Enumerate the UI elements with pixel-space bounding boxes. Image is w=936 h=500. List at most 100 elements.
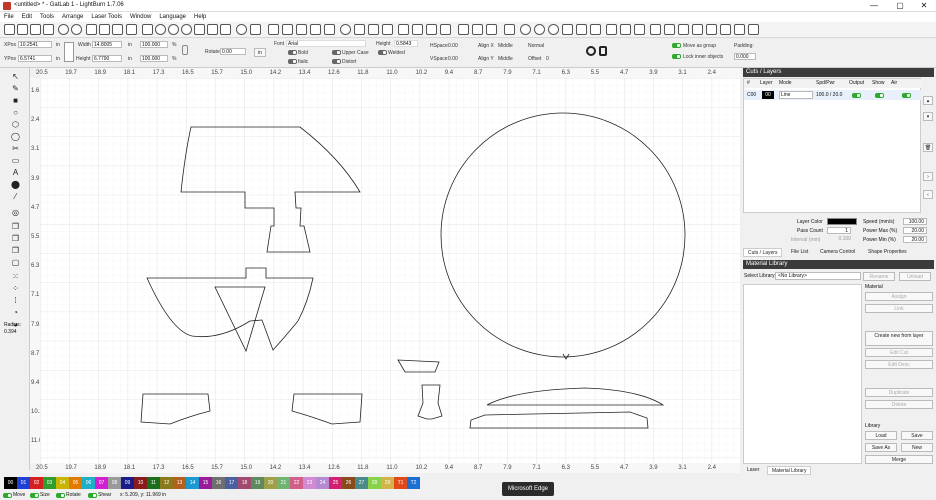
export-icon[interactable] (71, 24, 82, 35)
edit-nodes-icon[interactable]: ✎ (11, 84, 20, 93)
circular-array-tool-icon[interactable]: ⁘ (11, 284, 20, 293)
adjust-icon[interactable] (734, 24, 745, 35)
palette-swatch[interactable]: 07 (95, 477, 108, 489)
units-toggle-button[interactable]: in (254, 48, 266, 57)
close-button[interactable]: ✕ (912, 0, 936, 12)
font-height-input[interactable]: 0.5843 (394, 40, 418, 47)
grid-array-icon[interactable] (576, 24, 587, 35)
offset-tool-icon[interactable]: ◎ (11, 208, 20, 217)
copy-icon[interactable] (99, 24, 110, 35)
bold-toggle[interactable] (288, 50, 297, 55)
circle-target-icon[interactable] (534, 24, 545, 35)
scissors-tool-icon[interactable]: ✂ (11, 144, 20, 153)
assign-button[interactable]: Assign (865, 292, 933, 301)
menu-language[interactable]: Language (155, 12, 190, 22)
design-canvas[interactable] (40, 78, 740, 463)
polygon-tool-icon[interactable]: ⬡ (11, 120, 20, 129)
rotate-icon[interactable] (340, 24, 351, 35)
move-icon[interactable] (142, 24, 153, 35)
new-file-icon[interactable] (4, 24, 15, 35)
move-toggle[interactable] (3, 493, 12, 498)
group-icon[interactable] (368, 24, 379, 35)
size-toggle[interactable] (30, 493, 39, 498)
scale-w-input[interactable]: 100.000 (140, 41, 168, 48)
tab-cuts-layers[interactable]: Cuts / Layers (743, 248, 783, 257)
menu-file[interactable]: File (0, 12, 18, 22)
scale-h-input[interactable]: 100.000 (140, 55, 168, 62)
align-right-icon[interactable] (296, 24, 307, 35)
anchor-grid-icon[interactable] (64, 42, 74, 62)
paste-icon[interactable] (112, 24, 123, 35)
group-settings-icon[interactable] (586, 46, 596, 56)
lock-ratio-icon[interactable] (182, 45, 188, 55)
zoom-page-icon[interactable] (194, 24, 205, 35)
power-min-input[interactable]: 20.00 (903, 236, 927, 243)
target-icon[interactable] (520, 24, 531, 35)
palette-swatch[interactable]: T1 (394, 477, 407, 489)
save-as-icon[interactable] (43, 24, 54, 35)
palette-swatch[interactable]: 24 (316, 477, 329, 489)
rotate-toggle[interactable] (56, 493, 65, 498)
palette-swatch[interactable]: 27 (355, 477, 368, 489)
palette-swatch[interactable]: 14 (186, 477, 199, 489)
measure-tool-icon[interactable]: ⁄ (11, 192, 20, 201)
monitor-icon[interactable] (220, 24, 231, 35)
palette-swatch[interactable]: 15 (199, 477, 212, 489)
tab-camera-control[interactable]: Camera Control (816, 248, 859, 257)
copy-tool-icon[interactable]: ❐ (11, 222, 20, 231)
ungroup-icon[interactable] (382, 24, 393, 35)
align-bottom-icon[interactable] (472, 24, 483, 35)
padding-input[interactable]: 0.000 (734, 53, 756, 60)
shear-toggle[interactable] (88, 493, 97, 498)
align-middle-icon[interactable] (486, 24, 497, 35)
pass-count-input[interactable]: 1 (827, 227, 851, 234)
save-as-button[interactable]: Save As (865, 443, 897, 452)
distribute-h-icon[interactable] (606, 24, 617, 35)
menu-arrange[interactable]: Arrange (58, 12, 87, 22)
grid-array-tool-icon[interactable]: ⁙ (11, 272, 20, 281)
settings-icon[interactable] (236, 24, 247, 35)
layer-color-swatch[interactable] (827, 218, 857, 225)
material-list[interactable] (743, 284, 862, 464)
trace-icon[interactable] (720, 24, 731, 35)
air-toggle[interactable] (902, 93, 911, 98)
palette-swatch[interactable]: 08 (108, 477, 121, 489)
import-icon[interactable] (58, 24, 69, 35)
italic-toggle[interactable] (288, 59, 297, 64)
layer-prev-icon[interactable]: ‹ (923, 190, 933, 199)
palette-swatch[interactable]: T2 (407, 477, 420, 489)
layer-delete-icon[interactable]: 🗑 (923, 143, 933, 152)
undo-icon[interactable] (126, 24, 137, 35)
align-x-value[interactable]: Middle (498, 43, 513, 49)
distribute-icon[interactable] (354, 24, 365, 35)
save-file-icon[interactable] (30, 24, 41, 35)
palette-swatch[interactable]: 04 (56, 477, 69, 489)
radius-value[interactable]: 0.394 (4, 329, 17, 335)
circle-tool-icon[interactable]: ◯ (11, 132, 20, 141)
text-path-icon[interactable] (650, 24, 661, 35)
boolean-subtract-icon[interactable] (426, 24, 437, 35)
palette-swatch[interactable]: 18 (238, 477, 251, 489)
rename-button[interactable]: Rename (863, 272, 895, 281)
flip-h-icon[interactable] (310, 24, 321, 35)
height-input[interactable]: 6.7790 (92, 55, 122, 62)
offset-value[interactable]: 0 (546, 56, 549, 62)
move-as-group-toggle[interactable] (672, 43, 681, 48)
offset-icon[interactable] (706, 24, 717, 35)
duplicate-tool-icon[interactable]: ❐ (11, 246, 20, 255)
lock-inner-objects-toggle[interactable] (672, 54, 681, 59)
boolean-intersect-icon[interactable] (440, 24, 451, 35)
palette-swatch[interactable]: 23 (303, 477, 316, 489)
vspace-value[interactable]: 0.00 (448, 56, 458, 62)
palette-swatch[interactable]: 26 (342, 477, 355, 489)
merge-button[interactable]: Merge (865, 455, 933, 464)
show-toggle[interactable] (875, 93, 884, 98)
hspace-value[interactable]: 0.00 (448, 43, 458, 49)
palette-swatch[interactable]: 21 (277, 477, 290, 489)
snap-icon[interactable] (590, 24, 601, 35)
array-icon[interactable] (562, 24, 573, 35)
power-max-input[interactable]: 20.00 (903, 227, 927, 234)
palette-swatch[interactable]: 05 (69, 477, 82, 489)
nest-icon[interactable] (634, 24, 645, 35)
rotate-input[interactable]: 0.00 (220, 48, 246, 55)
